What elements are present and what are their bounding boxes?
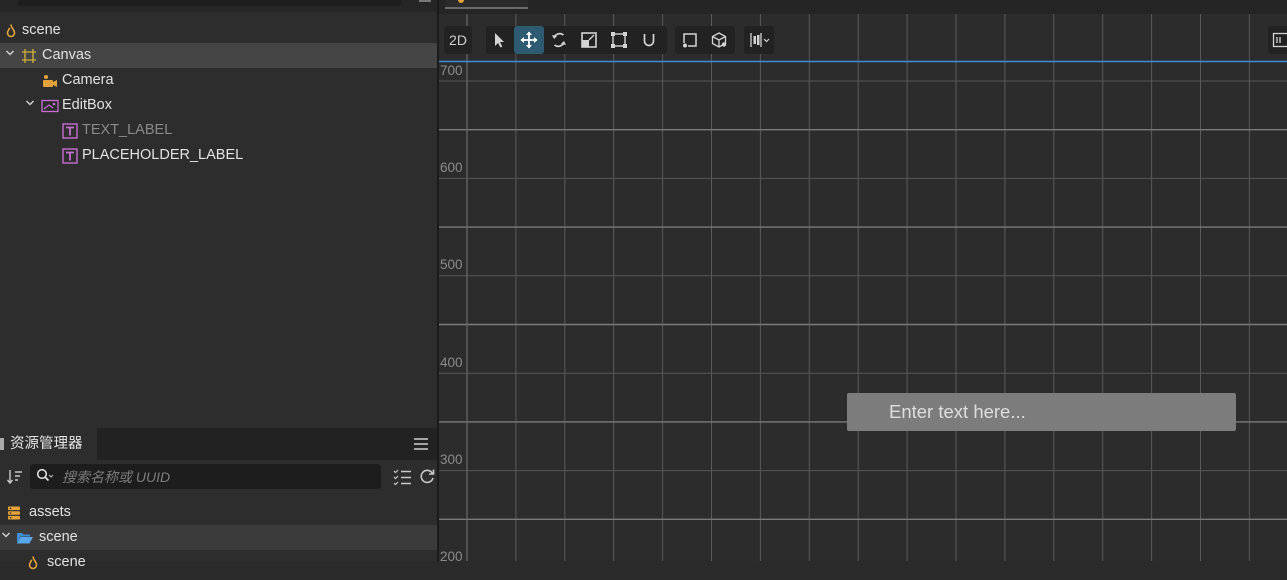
transform-tools-group	[486, 26, 667, 54]
hierarchy-search-input[interactable]	[18, 0, 401, 6]
hierarchy-node-editbox[interactable]: EditBox	[0, 93, 437, 118]
asset-item-scene-file[interactable]: scene	[0, 550, 437, 575]
global-local-icon[interactable]	[710, 31, 728, 49]
hierarchy-node-scene[interactable]: scene	[0, 18, 437, 43]
y-axis-label: 500	[440, 257, 463, 272]
hierarchy-node-label: Camera	[62, 68, 114, 93]
scene-icon	[3, 23, 19, 39]
y-axis-label: 300	[440, 452, 463, 467]
hierarchy-node-label: Canvas	[42, 43, 91, 68]
rect-tool-icon[interactable]	[610, 31, 628, 49]
text-label-icon	[62, 123, 78, 139]
2d-mode-button[interactable]: 2D	[444, 26, 472, 54]
search-input[interactable]	[62, 464, 372, 489]
asset-item-label: assets	[29, 500, 71, 525]
pivot-tools-group	[675, 26, 735, 54]
y-axis-label: 600	[440, 160, 463, 175]
hierarchy-node-placeholder-label[interactable]: PLACEHOLDER_LABEL	[0, 143, 437, 168]
assets-search-box[interactable]	[30, 464, 381, 489]
refresh-icon[interactable]	[418, 467, 436, 485]
y-axis-label: 700	[440, 63, 463, 78]
assets-tree: assets scene scene	[0, 500, 437, 561]
y-axis-label: 400	[440, 355, 463, 370]
scene-toolbar: 2D	[439, 26, 1287, 56]
scene-grid	[439, 14, 1287, 561]
hierarchy-node-label: PLACEHOLDER_LABEL	[82, 143, 243, 168]
hamburger-menu-icon[interactable]	[413, 436, 429, 452]
move-tool-button[interactable]	[514, 26, 544, 54]
assets-panel-header: 资源管理器	[0, 428, 437, 460]
editbox-placeholder-text: Enter text here...	[889, 393, 1026, 431]
chevron-down-icon[interactable]	[0, 525, 13, 550]
scale-tool-icon[interactable]	[580, 31, 598, 49]
canvas-icon	[21, 48, 37, 64]
asset-item-scene-folder[interactable]: scene	[0, 525, 437, 550]
scene-tab-strip	[439, 0, 1287, 14]
chevron-down-icon[interactable]	[3, 43, 17, 68]
hierarchy-node-label: EditBox	[62, 93, 112, 118]
align-tools-group	[744, 26, 774, 54]
assets-db-icon	[6, 505, 22, 521]
assets-tab-label: 资源管理器	[10, 428, 83, 460]
hierarchy-node-canvas[interactable]: Canvas	[0, 43, 437, 68]
hierarchy-tree: scene Canvas Camera Ed	[0, 14, 437, 428]
layout-icon	[1272, 31, 1287, 49]
scene-icon	[25, 555, 41, 571]
asset-item-label: scene	[39, 525, 78, 550]
pivot-icon[interactable]	[681, 31, 699, 49]
tab-assets[interactable]: 资源管理器	[0, 428, 97, 460]
chevron-down-icon[interactable]	[23, 93, 37, 118]
y-axis-label: 200	[440, 549, 463, 561]
align-dropdown-icon[interactable]	[749, 31, 771, 49]
search-icon	[36, 468, 54, 484]
text-label-icon	[62, 148, 78, 164]
scene-icon	[458, 0, 464, 3]
hierarchy-node-label: TEXT_LABEL	[82, 118, 172, 143]
folder-open-icon	[16, 530, 32, 546]
left-panel: scene Canvas Camera Ed	[0, 0, 437, 561]
hierarchy-node-camera[interactable]: Camera	[0, 68, 437, 93]
view-options-button[interactable]	[1268, 26, 1287, 54]
hierarchy-menu-icon[interactable]	[418, 0, 432, 4]
snap-magnet-icon[interactable]	[640, 31, 658, 49]
camera-icon	[42, 73, 58, 89]
editbox-icon	[41, 98, 57, 114]
tab-scene[interactable]	[445, 0, 528, 9]
sort-icon[interactable]	[6, 467, 26, 487]
panel-grip-icon	[0, 438, 4, 450]
hierarchy-node-text-label[interactable]: TEXT_LABEL	[0, 118, 437, 143]
list-view-icon[interactable]	[392, 468, 412, 486]
editbox-preview[interactable]: Enter text here...	[847, 393, 1236, 431]
move-tool-icon	[520, 31, 538, 49]
assets-toolbar	[0, 460, 437, 494]
scene-viewport[interactable]: 700 600 500 400 300 200 2D	[439, 14, 1287, 561]
hierarchy-search-strip	[0, 0, 437, 12]
hierarchy-node-label: scene	[22, 18, 61, 43]
asset-item-label: scene	[47, 550, 86, 575]
asset-item-assets[interactable]: assets	[0, 500, 437, 525]
select-tool-icon[interactable]	[490, 31, 508, 49]
rotate-tool-icon[interactable]	[550, 31, 568, 49]
